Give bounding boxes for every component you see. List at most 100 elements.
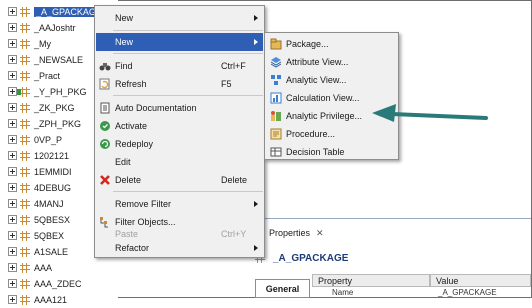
column-header-value[interactable]: Value — [430, 274, 531, 287]
tree-item[interactable]: _Y_PH_PKG — [8, 83, 87, 100]
expand-icon[interactable] — [8, 279, 17, 288]
menu-item-delete[interactable]: Delete Delete — [96, 171, 263, 189]
menu-item-new-highlighted[interactable]: New — [96, 33, 263, 51]
expand-icon[interactable] — [8, 103, 17, 112]
tree-item[interactable]: _NEWSALE — [8, 51, 83, 68]
menu-item-edit[interactable]: Edit — [96, 153, 263, 171]
package-icon — [20, 6, 30, 17]
tree-item[interactable]: A1SALE — [8, 243, 68, 260]
tree-item[interactable]: _AAJoshtr — [8, 19, 76, 36]
menu-separator — [113, 191, 263, 192]
submenu-item-label: Attribute View... — [286, 57, 349, 67]
tree-item[interactable]: AAA_ZDEC — [8, 275, 82, 292]
package-icon — [20, 118, 30, 129]
expand-icon[interactable] — [8, 71, 17, 80]
menu-shortcut: F5 — [221, 79, 232, 89]
menu-item-label: Auto Documentation — [115, 103, 197, 113]
tree-item[interactable]: 0VP_P — [8, 131, 62, 148]
package-icon — [20, 278, 30, 289]
expand-icon[interactable] — [8, 7, 17, 16]
property-name-cell: Name — [332, 288, 354, 297]
expand-icon[interactable] — [8, 135, 17, 144]
analytic-privilege-icon — [271, 111, 281, 121]
menu-item-refactor[interactable]: Refactor — [96, 239, 263, 257]
expand-icon[interactable] — [8, 55, 17, 64]
tree-item[interactable]: _My — [8, 35, 51, 52]
expand-icon[interactable] — [8, 295, 17, 304]
expand-icon[interactable] — [8, 263, 17, 272]
menu-item-activate[interactable]: Activate — [96, 117, 263, 135]
tab-general[interactable]: General — [255, 279, 310, 298]
context-menu: New New Find Ctrl+F Refresh F5 Auto Docu… — [94, 5, 265, 258]
menu-item-new[interactable]: New — [96, 9, 263, 27]
menu-item-auto-documentation[interactable]: Auto Documentation — [96, 99, 263, 117]
menu-item-refresh[interactable]: Refresh F5 — [96, 75, 263, 93]
submenu-item-label: Package... — [286, 39, 329, 49]
expand-icon[interactable] — [8, 23, 17, 32]
expand-icon[interactable] — [8, 231, 17, 240]
menu-item-find[interactable]: Find Ctrl+F — [96, 57, 263, 75]
expand-icon[interactable] — [8, 87, 17, 96]
package-icon — [20, 230, 30, 241]
menu-item-label: Refactor — [115, 243, 150, 253]
menu-item-label: New — [115, 37, 134, 47]
close-icon[interactable]: ✕ — [316, 228, 324, 239]
package-icon — [20, 134, 30, 145]
expand-icon[interactable] — [8, 247, 17, 256]
tab-properties[interactable]: Properties ✕ — [255, 225, 335, 241]
tree-item-label: 1202121 — [34, 150, 70, 161]
menu-item-label: Refresh — [115, 79, 147, 89]
submenu-item-package[interactable]: Package... — [266, 35, 397, 53]
menu-item-label: Paste — [115, 229, 139, 239]
properties-tab-label: Properties — [269, 228, 311, 238]
tree-item[interactable]: AAA121 — [8, 291, 67, 308]
submenu-item-decision-table[interactable]: Decision Table — [266, 143, 397, 161]
submenu-item-attribute-view[interactable]: Attribute View... — [266, 53, 397, 71]
tree-item[interactable]: 4DEBUG — [8, 179, 71, 196]
package-icon — [20, 54, 30, 65]
tree-item[interactable]: 4MANJ — [8, 195, 64, 212]
submenu-arrow-icon — [254, 201, 258, 207]
tree-item[interactable]: _ZPH_PKG — [8, 115, 81, 132]
tree-item-label: _AAJoshtr — [34, 22, 76, 33]
menu-item-label: Activate — [115, 121, 148, 131]
expand-icon[interactable] — [8, 119, 17, 128]
menu-shortcut: Ctrl+F — [221, 61, 246, 71]
tree-item-label: _ZPH_PKG — [34, 118, 82, 129]
tree-item[interactable]: 1EMMIDI — [8, 163, 72, 180]
tree-item[interactable]: 1202121 — [8, 147, 69, 164]
attribute-view-icon — [270, 57, 282, 68]
decision-table-icon — [270, 147, 282, 157]
submenu-item-analytic-view[interactable]: Analytic View... — [266, 71, 397, 89]
expand-icon[interactable] — [8, 151, 17, 160]
expand-icon[interactable] — [8, 39, 17, 48]
tree-item[interactable]: 5QBESX — [8, 211, 70, 228]
calculation-view-icon — [270, 92, 282, 104]
menu-item-label: Delete — [115, 175, 142, 185]
menu-shortcut: Delete — [221, 175, 248, 185]
expand-icon[interactable] — [8, 183, 17, 192]
tree-item[interactable]: _A_GPACKAGE — [8, 3, 104, 20]
tree-item[interactable]: 5QBEX — [8, 227, 64, 244]
column-header-property[interactable]: Property — [312, 274, 430, 287]
expand-icon[interactable] — [8, 199, 17, 208]
procedure-icon — [270, 128, 282, 140]
tree-item-label: _NEWSALE — [34, 54, 84, 65]
tree-item[interactable]: AAA — [8, 259, 52, 276]
submenu-item-label: Procedure... — [286, 129, 336, 139]
menu-item-redeploy[interactable]: Redeploy — [96, 135, 263, 153]
menu-item-label: Remove Filter — [115, 199, 172, 209]
package-icon — [20, 166, 30, 177]
submenu-arrow-icon — [254, 15, 258, 21]
submenu-item-label: Calculation View... — [286, 93, 360, 103]
tree-item[interactable]: _Pract — [8, 67, 60, 84]
menu-item-remove-filter[interactable]: Remove Filter — [96, 195, 263, 213]
tree-item[interactable]: _ZK_PKG — [8, 99, 75, 116]
properties-header: _A_GPACKAGE — [255, 249, 531, 267]
package-icon — [270, 38, 282, 50]
expand-icon[interactable] — [8, 215, 17, 224]
tree-item-label: AAA121 — [34, 294, 68, 305]
expand-icon[interactable] — [8, 167, 17, 176]
document-icon — [100, 102, 110, 114]
callout-arrow-icon — [372, 104, 488, 122]
